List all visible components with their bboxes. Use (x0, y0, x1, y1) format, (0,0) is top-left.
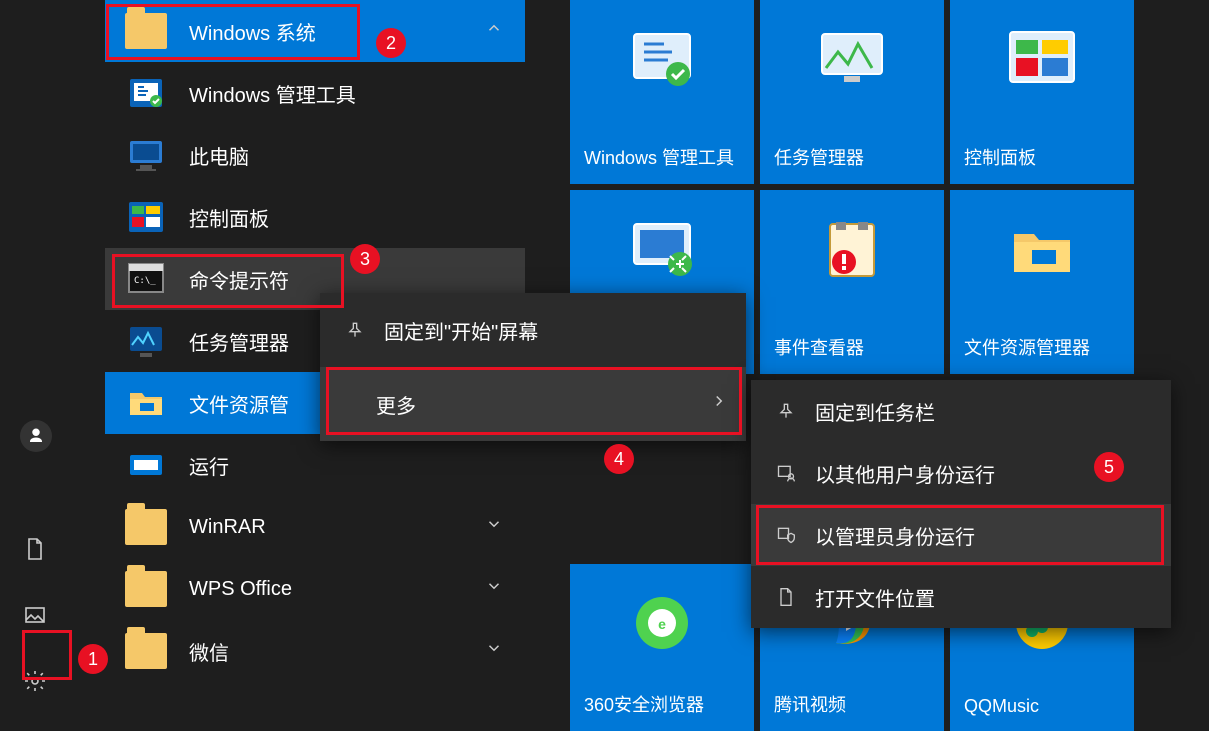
svg-text:e: e (658, 616, 666, 632)
svg-text:C:\_: C:\_ (134, 276, 156, 286)
folder-icon (125, 506, 167, 548)
taskmgr-icon (816, 30, 888, 90)
ctx-open-location[interactable]: 打开文件位置 (751, 566, 1171, 628)
app-row-run[interactable]: 运行 (105, 434, 525, 496)
ctx-run-as-other[interactable]: 以其他用户身份运行 (751, 442, 1171, 504)
app-row-winrar[interactable]: WinRAR (105, 496, 525, 558)
tile-control-panel[interactable]: 控制面板 (950, 0, 1134, 184)
chevron-down-icon (485, 639, 503, 663)
tile-label: 任务管理器 (774, 144, 864, 170)
tile-label: 事件查看器 (774, 334, 864, 360)
explorer-icon (1006, 220, 1078, 280)
app-row-windows-system[interactable]: Windows 系统 (105, 0, 525, 62)
app-row-wechat[interactable]: 微信 (105, 620, 525, 682)
event-viewer-icon (816, 220, 888, 280)
tile-explorer[interactable]: 文件资源管理器 (950, 190, 1134, 374)
explorer-icon (125, 382, 167, 424)
tile-label: 360安全浏览器 (584, 691, 704, 717)
tile-admin-tools[interactable]: Windows 管理工具 (570, 0, 754, 184)
taskmgr-icon (125, 320, 167, 362)
folder-icon (125, 568, 167, 610)
context-menu: 固定到"开始"屏幕 更多 (320, 293, 746, 441)
tile-label: 文件资源管理器 (964, 334, 1090, 360)
tile-event-viewer[interactable]: 事件查看器 (760, 190, 944, 374)
app-label: Windows 系统 (189, 17, 316, 46)
control-panel-icon (125, 196, 167, 238)
admin-shield-icon (775, 524, 797, 546)
admin-tools-icon (626, 30, 698, 90)
tile-label: QQMusic (964, 696, 1039, 717)
pin-icon (344, 319, 366, 341)
folder-icon (125, 630, 167, 672)
app-label: 文件资源管 (189, 389, 289, 418)
app-label: WPS Office (189, 578, 292, 601)
start-left-rail (0, 0, 70, 731)
ctx-label: 以管理员身份运行 (815, 521, 975, 550)
app-label: 命令提示符 (189, 265, 289, 294)
app-row-control-panel[interactable]: 控制面板 (105, 186, 525, 248)
app-label: 微信 (189, 637, 229, 666)
pictures-icon[interactable] (15, 595, 55, 635)
chevron-right-icon (710, 392, 728, 416)
pin-icon (775, 400, 797, 422)
app-label: Windows 管理工具 (189, 79, 356, 108)
ctx-pin-to-start[interactable]: 固定到"开始"屏幕 (320, 293, 746, 367)
app-label: 运行 (189, 451, 229, 480)
app-label: WinRAR (189, 516, 266, 539)
documents-icon[interactable] (15, 529, 55, 569)
annotation-circle-1: 1 (78, 644, 108, 674)
annotation-circle-4: 4 (604, 444, 634, 474)
ctx-label: 以其他用户身份运行 (815, 459, 995, 488)
app-label: 任务管理器 (189, 327, 289, 356)
tile-label: 控制面板 (964, 144, 1036, 170)
ctx-pin-to-taskbar[interactable]: 固定到任务栏 (751, 380, 1171, 442)
settings-icon[interactable] (15, 661, 55, 701)
user-avatar[interactable] (20, 420, 52, 452)
360-icon: e (629, 590, 695, 656)
ctx-more[interactable]: 更多 (320, 367, 746, 441)
ctx-run-as-admin[interactable]: 以管理员身份运行 (751, 504, 1171, 566)
tile-label: 腾讯视频 (774, 691, 846, 717)
this-pc-icon (125, 134, 167, 176)
app-label: 控制面板 (189, 203, 269, 232)
rdp-icon (626, 220, 698, 280)
tile-label: Windows 管理工具 (584, 144, 734, 170)
app-row-wps[interactable]: WPS Office (105, 558, 525, 620)
folder-icon (125, 10, 167, 52)
tile-360[interactable]: e 360安全浏览器 (570, 564, 754, 731)
app-row-admin-tools[interactable]: Windows 管理工具 (105, 62, 525, 124)
app-label: 此电脑 (189, 141, 249, 170)
context-submenu: 固定到任务栏 以其他用户身份运行 以管理员身份运行 打开文件位置 (751, 380, 1171, 628)
ctx-label: 更多 (376, 390, 416, 419)
app-row-this-pc[interactable]: 此电脑 (105, 124, 525, 186)
ctx-label: 固定到任务栏 (815, 397, 935, 426)
ctx-label: 打开文件位置 (815, 583, 935, 612)
chevron-down-icon (485, 515, 503, 539)
run-icon (125, 444, 167, 486)
control-panel-icon (1006, 30, 1078, 90)
other-user-icon (775, 462, 797, 484)
chevron-down-icon (485, 577, 503, 601)
file-icon (775, 586, 797, 608)
admin-tools-icon (125, 72, 167, 114)
cmd-icon: C:\_ (125, 258, 167, 300)
ctx-label: 固定到"开始"屏幕 (384, 316, 538, 345)
tile-taskmgr[interactable]: 任务管理器 (760, 0, 944, 184)
chevron-up-icon (485, 19, 503, 43)
